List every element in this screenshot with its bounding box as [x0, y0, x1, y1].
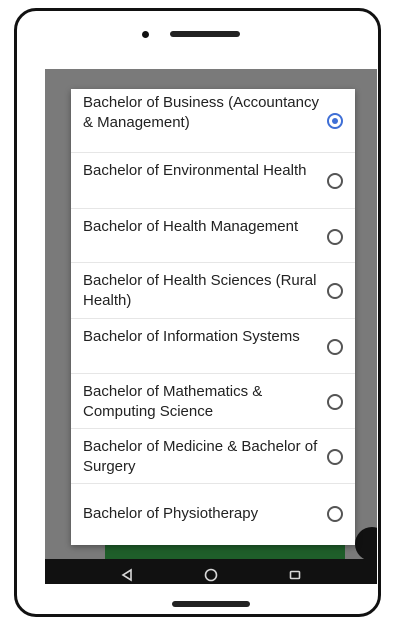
- option-label: Bachelor of Health Sciences (Rural Healt…: [83, 272, 317, 309]
- option-bachelor-of-mathematics[interactable]: Bachelor of Mathematics & Computing Scie…: [71, 374, 355, 429]
- front-camera: [142, 31, 149, 38]
- back-button[interactable]: [113, 561, 141, 584]
- home-circle-icon: [204, 568, 218, 582]
- option-bachelor-of-medicine[interactable]: Bachelor of Medicine & Bachelor of Surge…: [71, 429, 355, 484]
- recents-square-icon: [289, 570, 301, 580]
- home-button-slot: [172, 601, 250, 607]
- home-button[interactable]: [197, 561, 225, 584]
- option-label: Bachelor of Health Management: [83, 218, 299, 235]
- option-bachelor-of-health-sciences[interactable]: Bachelor of Health Sciences (Rural Healt…: [71, 263, 355, 319]
- radio-unselected-icon[interactable]: [327, 394, 343, 410]
- option-label: Bachelor of Mathematics & Computing Scie…: [83, 383, 263, 420]
- option-label: Bachelor of Medicine & Bachelor of Surge…: [83, 438, 318, 475]
- option-bachelor-of-information-systems[interactable]: Bachelor of Information Systems: [71, 319, 355, 374]
- radio-unselected-icon[interactable]: [327, 506, 343, 522]
- option-bachelor-of-physiotherapy[interactable]: Bachelor of Physiotherapy: [71, 484, 355, 545]
- recents-button[interactable]: [281, 561, 309, 584]
- screen: Bachelor of Business (Accountancy & Mana…: [45, 69, 377, 584]
- radio-unselected-icon[interactable]: [327, 229, 343, 245]
- phone-frame: Bachelor of Business (Accountancy & Mana…: [14, 8, 381, 617]
- radio-unselected-icon[interactable]: [327, 449, 343, 465]
- option-bachelor-of-health-management[interactable]: Bachelor of Health Management: [71, 209, 355, 263]
- radio-unselected-icon[interactable]: [327, 173, 343, 189]
- radio-unselected-icon[interactable]: [327, 339, 343, 355]
- back-triangle-icon: [121, 568, 132, 582]
- option-bachelor-of-business[interactable]: Bachelor of Business (Accountancy & Mana…: [71, 89, 355, 153]
- option-bachelor-of-environmental-health[interactable]: Bachelor of Environmental Health: [71, 153, 355, 209]
- floating-action-button: [355, 527, 377, 561]
- option-label: Bachelor of Information Systems: [83, 328, 300, 345]
- option-label: Bachelor of Business (Accountancy & Mana…: [83, 94, 319, 131]
- android-navigation-bar: [45, 559, 377, 584]
- degree-selection-dialog: Bachelor of Business (Accountancy & Mana…: [71, 89, 355, 545]
- option-label: Bachelor of Physiotherapy: [83, 505, 259, 522]
- radio-selected-icon[interactable]: [327, 113, 343, 129]
- radio-unselected-icon[interactable]: [327, 283, 343, 299]
- earpiece-speaker: [170, 31, 240, 37]
- option-label: Bachelor of Environmental Health: [83, 162, 307, 179]
